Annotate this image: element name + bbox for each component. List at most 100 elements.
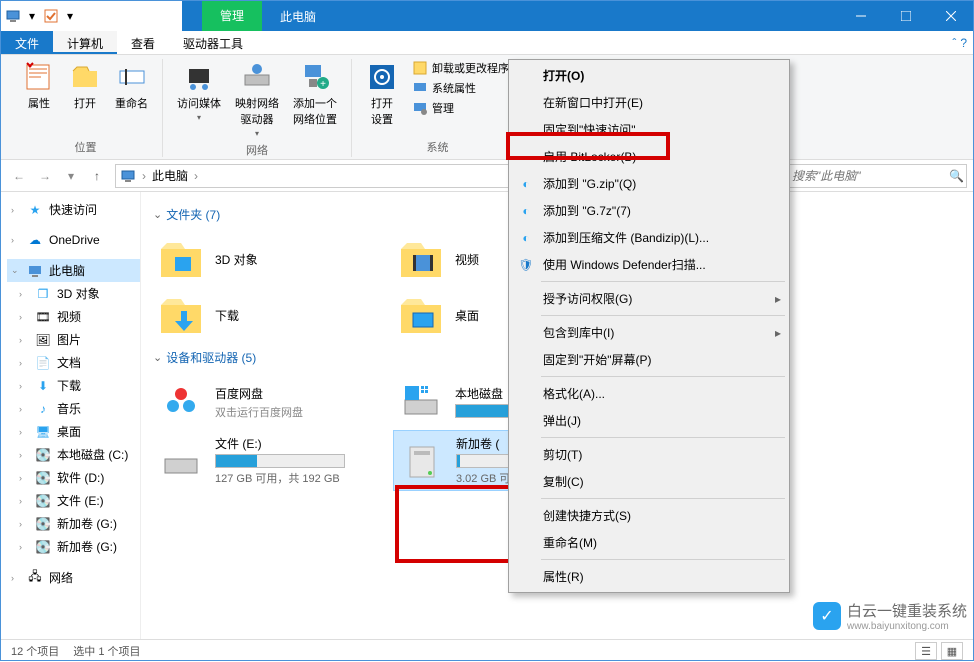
drive-baidu[interactable]: 百度网盘双击运行百度网盘 — [153, 374, 393, 430]
sidebar-desktop[interactable]: ›🖥桌面 — [7, 420, 140, 443]
quick-access-toolbar: ▾ ▾ — [1, 8, 82, 24]
navigation-bar: ← → ▾ ↑ › 此电脑 › 🔍 — [1, 160, 973, 192]
file-tab[interactable]: 文件 — [1, 31, 53, 54]
svg-text:+: + — [320, 79, 326, 90]
ribbon-collapse-icon[interactable]: ˆ — [952, 36, 956, 50]
add-location-button[interactable]: +添加一个 网络位置 — [289, 59, 341, 129]
watermark-icon: ✓ — [813, 602, 841, 630]
details-view-button[interactable]: ☰ — [915, 642, 937, 660]
search-input[interactable] — [792, 169, 949, 183]
ctx-defender[interactable]: 🛡使用 Windows Defender扫描... — [511, 251, 787, 278]
sidebar-pictures[interactable]: ›🖼图片 — [7, 328, 140, 351]
selected-count: 选中 1 个项目 — [73, 643, 140, 659]
ctx-copy[interactable]: 复制(C) — [511, 468, 787, 495]
bandizip-icon: ◐ — [517, 202, 535, 220]
sidebar-network[interactable]: ›🖧网络 — [7, 566, 140, 589]
ctx-separator — [541, 315, 785, 316]
history-dropdown[interactable]: ▾ — [59, 164, 83, 188]
manage-tab[interactable]: 管理 — [202, 1, 262, 31]
drive-tools-tab[interactable]: 驱动器工具 — [169, 31, 257, 54]
maximize-button[interactable] — [883, 1, 928, 31]
minimize-button[interactable] — [838, 1, 883, 31]
uninstall-button[interactable]: 卸载或更改程序 — [408, 59, 513, 77]
help-icon[interactable]: ? — [960, 36, 967, 50]
sidebar-drive-c[interactable]: ›💽本地磁盘 (C:) — [7, 443, 140, 466]
ctx-pin-start[interactable]: 固定到"开始"屏幕(P) — [511, 346, 787, 373]
ctx-add-gzip[interactable]: ◐添加到 "G.zip"(Q) — [511, 170, 787, 197]
bandizip-icon: ◐ — [517, 229, 535, 247]
ctx-format[interactable]: 格式化(A)... — [511, 380, 787, 407]
ctx-shortcut[interactable]: 创建快捷方式(S) — [511, 502, 787, 529]
sidebar-drive-g2[interactable]: ›💽新加卷 (G:) — [7, 535, 140, 558]
checkbox-icon[interactable] — [43, 8, 59, 24]
ctx-open[interactable]: 打开(O) — [511, 62, 787, 89]
manage-button[interactable]: 管理 — [408, 99, 513, 117]
tiles-view-button[interactable]: ▦ — [941, 642, 963, 660]
status-bar: 12 个项目 选中 1 个项目 ☰ ▦ — [1, 639, 973, 662]
sidebar-documents[interactable]: ›📄文档 — [7, 351, 140, 374]
map-drive-button[interactable]: 映射网络 驱动器▾ — [231, 59, 283, 140]
ribbon-group-location: 属性 打开 重命名 位置 — [9, 59, 163, 157]
ctx-eject[interactable]: 弹出(J) — [511, 407, 787, 434]
computer-tab[interactable]: 计算机 — [53, 31, 117, 54]
ctx-pin-quick[interactable]: 固定到"快速访问" — [511, 116, 787, 143]
open-button[interactable]: 打开 — [65, 59, 105, 113]
up-button[interactable]: ↑ — [85, 164, 109, 188]
close-button[interactable] — [928, 1, 973, 31]
contextual-tab: 管理 — [202, 1, 262, 31]
sidebar-this-pc[interactable]: ⌄此电脑 — [7, 259, 140, 282]
sidebar-videos[interactable]: ›🎞视频 — [7, 305, 140, 328]
sidebar-music[interactable]: ›♪音乐 — [7, 397, 140, 420]
folder-3d-objects[interactable]: 3D 对象 — [153, 231, 393, 287]
ctx-separator — [541, 281, 785, 282]
sidebar-3d-objects[interactable]: ›❒3D 对象 — [7, 282, 140, 305]
sidebar-quick-access[interactable]: ›★快速访问 — [7, 198, 140, 221]
ctx-grant-access[interactable]: 授予访问权限(G)▸ — [511, 285, 787, 312]
ctx-new-window[interactable]: 在新窗口中打开(E) — [511, 89, 787, 116]
ctx-properties[interactable]: 属性(R) — [511, 563, 787, 590]
shield-icon: 🛡 — [517, 256, 535, 274]
search-box[interactable]: 🔍 — [787, 164, 967, 188]
navigation-pane[interactable]: ›★快速访问 ›☁OneDrive ⌄此电脑 ›❒3D 对象 ›🎞视频 ›🖼图片… — [1, 192, 141, 639]
ctx-separator — [541, 559, 785, 560]
ribbon-group-network: 访问媒体▾ 映射网络 驱动器▾ +添加一个 网络位置 网络 — [163, 59, 352, 157]
watermark: ✓ 白云一键重装系统 www.baiyunxitong.com — [813, 600, 967, 632]
ctx-add-archive[interactable]: ◐添加到压缩文件 (Bandizip)(L)... — [511, 224, 787, 251]
system-properties-button[interactable]: 系统属性 — [408, 79, 513, 97]
window-controls — [838, 1, 973, 31]
back-button[interactable]: ← — [7, 164, 31, 188]
ribbon-group-system: 打开 设置 卸载或更改程序 系统属性 管理 系统 — [352, 59, 523, 157]
open-settings-button[interactable]: 打开 设置 — [362, 59, 402, 129]
ctx-bitlocker[interactable]: 启用 BitLocker(B) — [511, 143, 787, 170]
view-tab[interactable]: 查看 — [117, 31, 169, 54]
sidebar-drive-e[interactable]: ›💽文件 (E:) — [7, 489, 140, 512]
sidebar-drive-d[interactable]: ›💽软件 (D:) — [7, 466, 140, 489]
forward-button[interactable]: → — [33, 164, 57, 188]
pc-icon — [5, 8, 21, 24]
menu-bar: 文件 计算机 查看 驱动器工具 ˆ ? — [1, 31, 973, 55]
breadcrumb-this-pc[interactable]: 此电脑 — [152, 167, 188, 184]
search-icon[interactable]: 🔍 — [949, 169, 964, 183]
drive-e[interactable]: 文件 (E:)127 GB 可用，共 192 GB — [153, 430, 393, 491]
sidebar-drive-g1[interactable]: ›💽新加卷 (G:) — [7, 512, 140, 535]
item-count: 12 个项目 — [11, 643, 59, 659]
ctx-cut[interactable]: 剪切(T) — [511, 441, 787, 468]
access-media-button[interactable]: 访问媒体▾ — [173, 59, 225, 124]
overflow-icon[interactable]: ▾ — [62, 8, 78, 24]
title-bar: ▾ ▾ 管理 此电脑 — [1, 1, 973, 31]
ctx-rename[interactable]: 重命名(M) — [511, 529, 787, 556]
main-area: ›★快速访问 ›☁OneDrive ⌄此电脑 ›❒3D 对象 ›🎞视频 ›🖼图片… — [1, 192, 973, 639]
ctx-separator — [541, 498, 785, 499]
ctx-separator — [541, 437, 785, 438]
rename-button[interactable]: 重命名 — [111, 59, 152, 113]
sidebar-onedrive[interactable]: ›☁OneDrive — [7, 229, 140, 251]
bandizip-icon: ◐ — [517, 175, 535, 193]
sidebar-downloads[interactable]: ›⬇下载 — [7, 374, 140, 397]
context-menu: 打开(O) 在新窗口中打开(E) 固定到"快速访问" 启用 BitLocker(… — [508, 59, 790, 593]
ctx-separator — [541, 376, 785, 377]
properties-button[interactable]: 属性 — [19, 59, 59, 113]
dropdown-icon[interactable]: ▾ — [24, 8, 40, 24]
folder-downloads[interactable]: 下载 — [153, 287, 393, 343]
ctx-add-g7z[interactable]: ◐添加到 "G.7z"(7) — [511, 197, 787, 224]
ctx-include-library[interactable]: 包含到库中(I)▸ — [511, 319, 787, 346]
